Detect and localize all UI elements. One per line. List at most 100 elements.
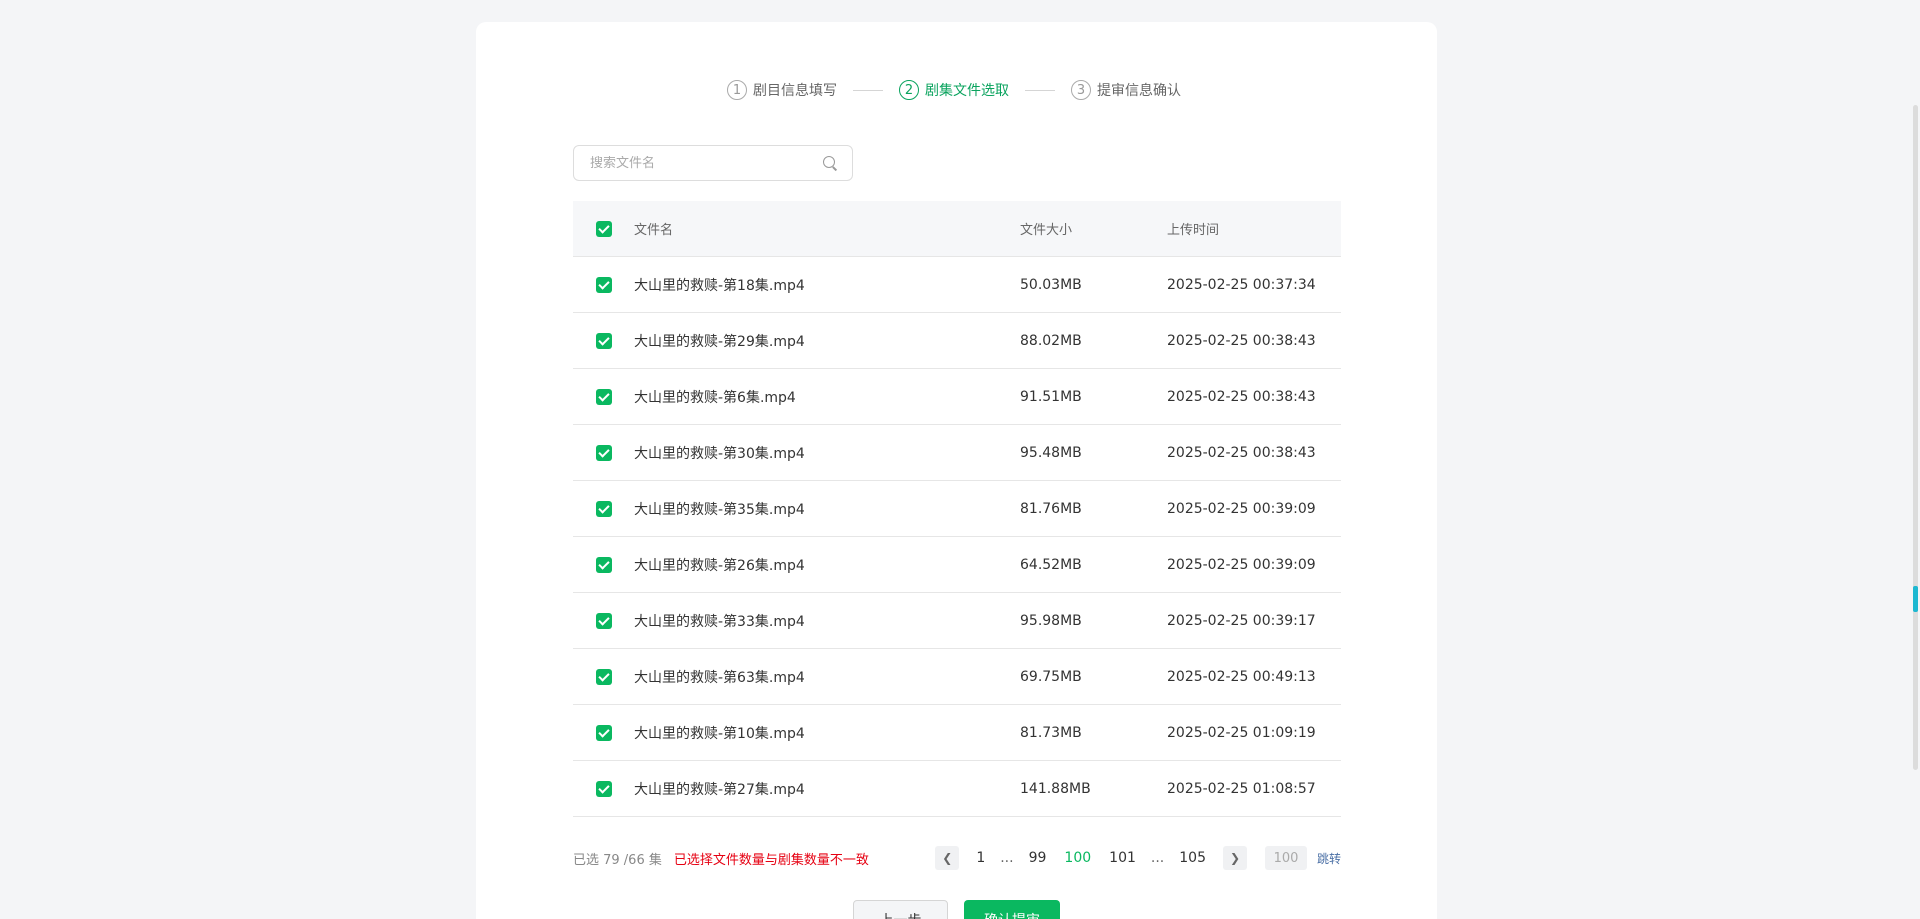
prev-page-button[interactable]: ❮ xyxy=(935,846,960,870)
prev-step-button[interactable]: 上一步 xyxy=(853,900,948,919)
row-check-cell xyxy=(573,780,634,797)
upload-time: 2025-02-25 00:49:13 xyxy=(1167,668,1316,685)
table-row[interactable]: 大山里的救赎-第29集.mp4 88.02MB 2025-02-25 00:38… xyxy=(573,313,1341,369)
file-table: 文件名 文件大小 上传时间 大山里的救赎-第18集.mp4 50.03MB 20… xyxy=(573,201,1341,817)
upload-time: 2025-02-25 01:09:19 xyxy=(1167,724,1316,741)
file-size: 81.76MB xyxy=(1020,500,1082,517)
file-name: 大山里的救赎-第35集.mp4 xyxy=(634,501,805,518)
table-row[interactable]: 大山里的救赎-第6集.mp4 91.51MB 2025-02-25 00:38:… xyxy=(573,369,1341,425)
step-2: 2 剧集文件选取 xyxy=(899,80,1009,100)
row-checkbox[interactable] xyxy=(596,276,612,293)
file-name: 大山里的救赎-第33集.mp4 xyxy=(634,613,805,630)
table-row[interactable]: 大山里的救赎-第63集.mp4 69.75MB 2025-02-25 00:49… xyxy=(573,649,1341,705)
upload-time: 2025-02-25 00:38:43 xyxy=(1167,388,1316,405)
table-row[interactable]: 大山里的救赎-第26集.mp4 64.52MB 2025-02-25 00:39… xyxy=(573,537,1341,593)
row-check-cell xyxy=(573,276,634,293)
scroll-position-marker xyxy=(1913,586,1918,612)
search-box xyxy=(573,145,853,181)
file-name: 大山里的救赎-第6集.mp4 xyxy=(634,389,796,406)
header-size: 文件大小 xyxy=(1020,223,1073,238)
row-checkbox[interactable] xyxy=(596,500,612,517)
page-ellipsis[interactable]: ... xyxy=(1145,850,1170,866)
table-footer: 已选 79 /66 集 已选择文件数量与剧集数量不一致 ❮ 1 ... 99 1… xyxy=(573,844,1341,872)
file-name: 大山里的救赎-第27集.mp4 xyxy=(634,781,805,798)
step-1-label: 剧目信息填写 xyxy=(753,83,837,99)
row-checkbox[interactable] xyxy=(596,780,612,797)
upload-time: 2025-02-25 00:39:09 xyxy=(1167,500,1316,517)
row-check-cell xyxy=(573,556,634,573)
upload-time: 2025-02-25 00:39:17 xyxy=(1167,612,1316,629)
upload-time: 2025-02-25 00:37:34 xyxy=(1167,276,1316,293)
step-1-number: 1 xyxy=(727,80,747,100)
file-name: 大山里的救赎-第10集.mp4 xyxy=(634,725,805,742)
chevron-right-icon: ❯ xyxy=(1229,851,1241,865)
row-check-cell xyxy=(573,444,634,461)
table-row[interactable]: 大山里的救赎-第35集.mp4 81.76MB 2025-02-25 00:39… xyxy=(573,481,1341,537)
file-name: 大山里的救赎-第26集.mp4 xyxy=(634,557,805,574)
table-row[interactable]: 大山里的救赎-第10集.mp4 81.73MB 2025-02-25 01:09… xyxy=(573,705,1341,761)
file-size: 64.52MB xyxy=(1020,556,1082,573)
table-row[interactable]: 大山里的救赎-第18集.mp4 50.03MB 2025-02-25 00:37… xyxy=(573,257,1341,313)
row-checkbox[interactable] xyxy=(596,612,612,629)
page-jump-input[interactable] xyxy=(1264,846,1307,870)
table-header: 文件名 文件大小 上传时间 xyxy=(573,201,1341,257)
page-scrollbar[interactable] xyxy=(1912,0,1920,919)
chevron-left-icon: ❮ xyxy=(942,851,953,865)
select-all-checkbox[interactable] xyxy=(596,220,612,237)
step-2-number: 2 xyxy=(899,80,919,100)
upload-time: 2025-02-25 00:39:09 xyxy=(1167,556,1316,573)
table-row[interactable]: 大山里的救赎-第30集.mp4 95.48MB 2025-02-25 00:38… xyxy=(573,425,1341,481)
row-checkbox[interactable] xyxy=(596,724,612,741)
file-name: 大山里的救赎-第29集.mp4 xyxy=(634,333,805,350)
header-time: 上传时间 xyxy=(1167,223,1220,238)
file-size: 81.73MB xyxy=(1020,724,1082,741)
page-current[interactable]: 100 xyxy=(1055,850,1100,866)
row-check-cell xyxy=(573,668,634,685)
step-2-label: 剧集文件选取 xyxy=(925,83,1009,99)
file-size: 69.75MB xyxy=(1020,668,1082,685)
upload-time: 2025-02-25 00:38:43 xyxy=(1167,444,1316,461)
file-size: 88.02MB xyxy=(1020,332,1082,349)
table-row[interactable]: 大山里的救赎-第27集.mp4 141.88MB 2025-02-25 01:0… xyxy=(573,761,1341,817)
file-name: 大山里的救赎-第18集.mp4 xyxy=(634,277,805,294)
selected-count: 已选 79 /66 集 xyxy=(573,852,662,868)
row-check-cell xyxy=(573,388,634,405)
file-size: 95.98MB xyxy=(1020,612,1082,629)
step-divider xyxy=(1025,89,1055,91)
page-last[interactable]: 105 xyxy=(1170,850,1215,866)
step-3-label: 提审信息确认 xyxy=(1097,83,1181,99)
header-name: 文件名 xyxy=(634,223,674,238)
page-prev-number[interactable]: 99 xyxy=(1020,850,1056,866)
file-size: 95.48MB xyxy=(1020,444,1082,461)
file-name: 大山里的救赎-第30集.mp4 xyxy=(634,445,805,462)
row-check-cell xyxy=(573,500,634,517)
scrollbar-thumb[interactable] xyxy=(1913,105,1918,770)
step-3: 3 提审信息确认 xyxy=(1071,80,1181,100)
row-checkbox[interactable] xyxy=(596,388,612,405)
row-check-cell xyxy=(573,724,634,741)
search-input[interactable] xyxy=(590,155,822,171)
mismatch-warning: 已选择文件数量与剧集数量不一致 xyxy=(673,852,869,868)
page-first[interactable]: 1 xyxy=(967,850,994,866)
page-jump-button[interactable]: 跳转 xyxy=(1317,850,1341,867)
page-ellipsis[interactable]: ... xyxy=(994,850,1019,866)
row-checkbox[interactable] xyxy=(596,332,612,349)
file-size: 50.03MB xyxy=(1020,276,1082,293)
row-check-cell xyxy=(573,612,634,629)
step-divider xyxy=(853,89,883,91)
step-indicator: 1 剧目信息填写 2 剧集文件选取 3 提审信息确认 xyxy=(727,78,1181,102)
search-icon[interactable] xyxy=(822,155,838,171)
row-checkbox[interactable] xyxy=(596,556,612,573)
submit-review-button[interactable]: 确认提审 xyxy=(964,900,1060,919)
next-page-button[interactable]: ❯ xyxy=(1222,846,1247,870)
select-all-cell xyxy=(573,220,634,237)
page-next-number[interactable]: 101 xyxy=(1100,850,1145,866)
file-size: 91.51MB xyxy=(1020,388,1082,405)
step-3-number: 3 xyxy=(1071,80,1091,100)
file-size: 141.88MB xyxy=(1020,780,1091,797)
file-name: 大山里的救赎-第63集.mp4 xyxy=(634,669,805,686)
table-row[interactable]: 大山里的救赎-第33集.mp4 95.98MB 2025-02-25 00:39… xyxy=(573,593,1341,649)
row-checkbox[interactable] xyxy=(596,444,612,461)
row-checkbox[interactable] xyxy=(596,668,612,685)
action-bar: 上一步 确认提审 xyxy=(853,900,1060,919)
